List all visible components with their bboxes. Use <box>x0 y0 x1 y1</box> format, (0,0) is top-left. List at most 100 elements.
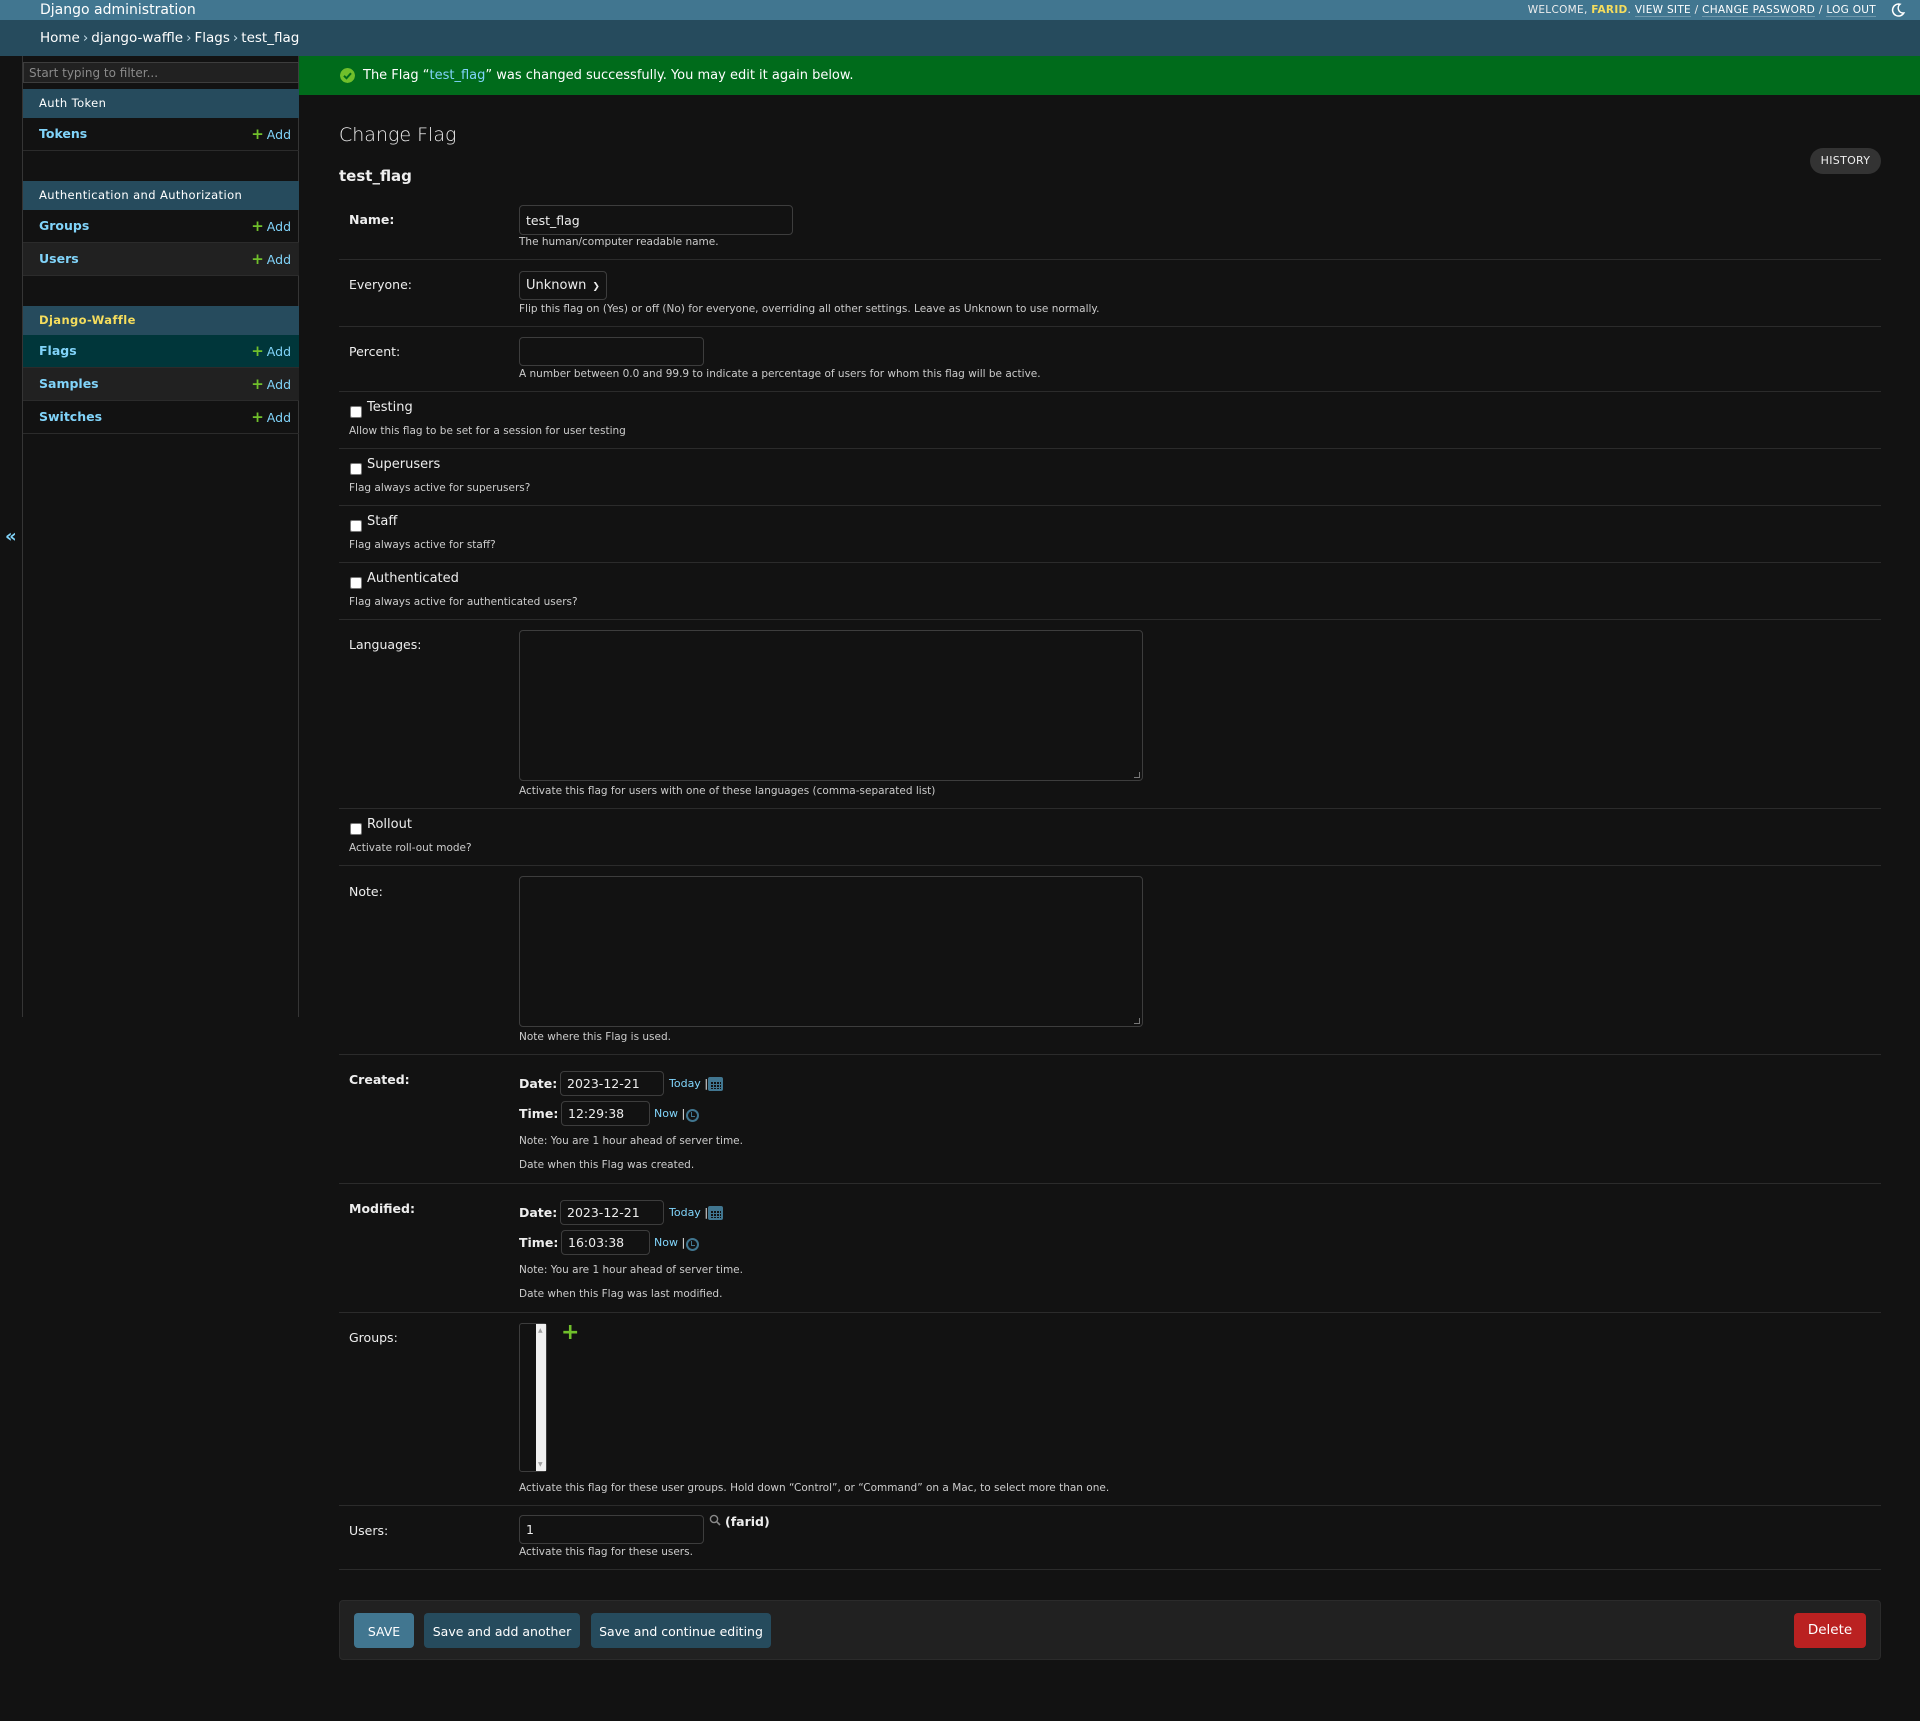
now-label[interactable]: Now <box>654 1107 678 1120</box>
save-button[interactable]: SAVE <box>354 1613 414 1648</box>
divider <box>339 1183 1881 1184</box>
today-label[interactable]: Today <box>669 1077 701 1090</box>
note-textarea[interactable] <box>519 876 1143 1027</box>
staff-label[interactable]: Staff <box>367 514 397 529</box>
modified-today-link[interactable]: Today | <box>669 1206 708 1219</box>
modified-date-input[interactable] <box>560 1200 664 1225</box>
add-switch-link[interactable]: + Add <box>251 401 291 434</box>
calendar-icon[interactable] <box>708 1206 723 1220</box>
superusers-checkbox[interactable] <box>350 463 362 475</box>
languages-textarea[interactable] <box>519 630 1143 781</box>
message-prefix: The Flag “ <box>363 68 430 83</box>
module-caption-auth-token[interactable]: Auth Token <box>23 89 299 118</box>
divider <box>339 1312 1881 1313</box>
change-password-link[interactable]: Change password <box>1702 4 1816 17</box>
search-icon[interactable] <box>709 1514 721 1526</box>
breadcrumb-app[interactable]: django-waffle <box>91 30 183 46</box>
add-token-link[interactable]: + Add <box>251 118 291 151</box>
delete-button[interactable]: Delete <box>1794 1613 1866 1648</box>
clock-icon[interactable] <box>686 1109 699 1122</box>
users-input[interactable] <box>519 1515 704 1544</box>
calendar-icon[interactable] <box>708 1077 723 1091</box>
modified-date-label: Date: <box>519 1205 558 1220</box>
rollout-checkbox[interactable] <box>350 823 362 835</box>
rollout-help: Activate roll-out mode? <box>349 842 472 854</box>
collapse-sidebar-icon[interactable]: « <box>5 526 17 547</box>
divider <box>339 808 1881 809</box>
staff-help: Flag always active for staff? <box>349 539 496 551</box>
sidebar-link-flags[interactable]: Flags <box>39 343 77 358</box>
clock-icon[interactable] <box>686 1238 699 1251</box>
scroll-down-icon[interactable]: ▼ <box>538 1461 543 1468</box>
breadcrumb-model[interactable]: Flags <box>194 30 229 46</box>
rollout-label[interactable]: Rollout <box>367 817 412 832</box>
sidebar-link-tokens[interactable]: Tokens <box>39 126 87 141</box>
module-caption-auth[interactable]: Authentication and Authorization <box>23 181 299 210</box>
save-and-add-another-button[interactable]: Save and add another <box>424 1613 580 1648</box>
save-and-continue-button[interactable]: Save and continue editing <box>591 1613 771 1648</box>
testing-help: Allow this flag to be set for a session … <box>349 425 626 437</box>
created-now-link[interactable]: Now | <box>654 1107 685 1120</box>
modified-label: Modified: <box>349 1201 415 1216</box>
resize-handle-icon[interactable] <box>1134 772 1140 778</box>
created-tz-note: Note: You are 1 hour ahead of server tim… <box>519 1135 743 1147</box>
authenticated-checkbox[interactable] <box>350 577 362 589</box>
superusers-label[interactable]: Superusers <box>367 457 440 472</box>
divider <box>339 391 1881 392</box>
authenticated-label[interactable]: Authenticated <box>367 571 459 586</box>
header: Django administration Welcome, FARID. Vi… <box>0 0 1920 20</box>
log-out-link[interactable]: Log out <box>1826 4 1876 17</box>
modified-time-input[interactable] <box>561 1230 650 1255</box>
module-caption-django-waffle[interactable]: Django-Waffle <box>23 306 299 335</box>
divider <box>339 448 1881 449</box>
history-button[interactable]: History <box>1810 148 1881 174</box>
created-date-input[interactable] <box>560 1071 664 1096</box>
testing-label[interactable]: Testing <box>367 400 413 415</box>
scroll-up-icon[interactable]: ▲ <box>538 1327 543 1334</box>
add-sample-link[interactable]: + Add <box>251 368 291 401</box>
now-label[interactable]: Now <box>654 1236 678 1249</box>
sidebar-link-samples[interactable]: Samples <box>39 376 99 391</box>
everyone-select[interactable]: Unknown ❯ <box>519 271 607 300</box>
testing-checkbox[interactable] <box>350 406 362 418</box>
staff-checkbox[interactable] <box>350 520 362 532</box>
created-time-label: Time: <box>519 1106 559 1121</box>
add-icon: + <box>251 125 264 143</box>
created-time-input[interactable] <box>561 1101 650 1126</box>
add-flag-link[interactable]: + Add <box>251 335 291 368</box>
success-message: The Flag “test_flag” was changed success… <box>299 56 1920 95</box>
divider <box>339 326 1881 327</box>
view-site-link[interactable]: View site <box>1634 4 1691 17</box>
check-circle-icon <box>340 68 355 83</box>
sidebar-item-samples: Samples + Add <box>23 368 299 401</box>
groups-multiselect[interactable]: ▲ ▼ <box>519 1323 547 1472</box>
sidebar-item-tokens: Tokens + Add <box>23 118 299 151</box>
scrollbar[interactable]: ▲ ▼ <box>536 1324 546 1471</box>
divider <box>339 505 1881 506</box>
add-user-link[interactable]: + Add <box>251 243 291 276</box>
sidebar-item-switches: Switches + Add <box>23 401 299 434</box>
created-date-label: Date: <box>519 1076 558 1091</box>
site-branding[interactable]: Django administration <box>40 0 196 20</box>
message-suffix: ” was changed successfully. You may edit… <box>485 68 854 83</box>
message-object-link[interactable]: test_flag <box>430 68 486 83</box>
add-group-link[interactable]: + Add <box>251 210 291 243</box>
sidebar-link-switches[interactable]: Switches <box>39 409 102 424</box>
created-label: Created: <box>349 1072 410 1087</box>
percent-input[interactable] <box>519 337 704 366</box>
name-input[interactable] <box>519 205 793 235</box>
moon-icon[interactable] <box>1890 2 1906 18</box>
modified-help: Date when this Flag was last modified. <box>519 1288 723 1300</box>
add-group-plus-icon[interactable]: + <box>561 1322 579 1344</box>
languages-label: Languages: <box>349 637 422 652</box>
sidebar-link-groups[interactable]: Groups <box>39 218 89 233</box>
breadcrumb-home[interactable]: Home <box>40 30 80 46</box>
nav-filter-input[interactable] <box>23 62 299 83</box>
sidebar-link-users[interactable]: Users <box>39 251 79 266</box>
modified-now-link[interactable]: Now | <box>654 1236 685 1249</box>
superusers-help: Flag always active for superusers? <box>349 482 531 494</box>
resize-handle-icon[interactable] <box>1134 1018 1140 1024</box>
created-today-link[interactable]: Today | <box>669 1077 708 1090</box>
today-label[interactable]: Today <box>669 1206 701 1219</box>
users-help: Activate this flag for these users. <box>519 1546 693 1558</box>
